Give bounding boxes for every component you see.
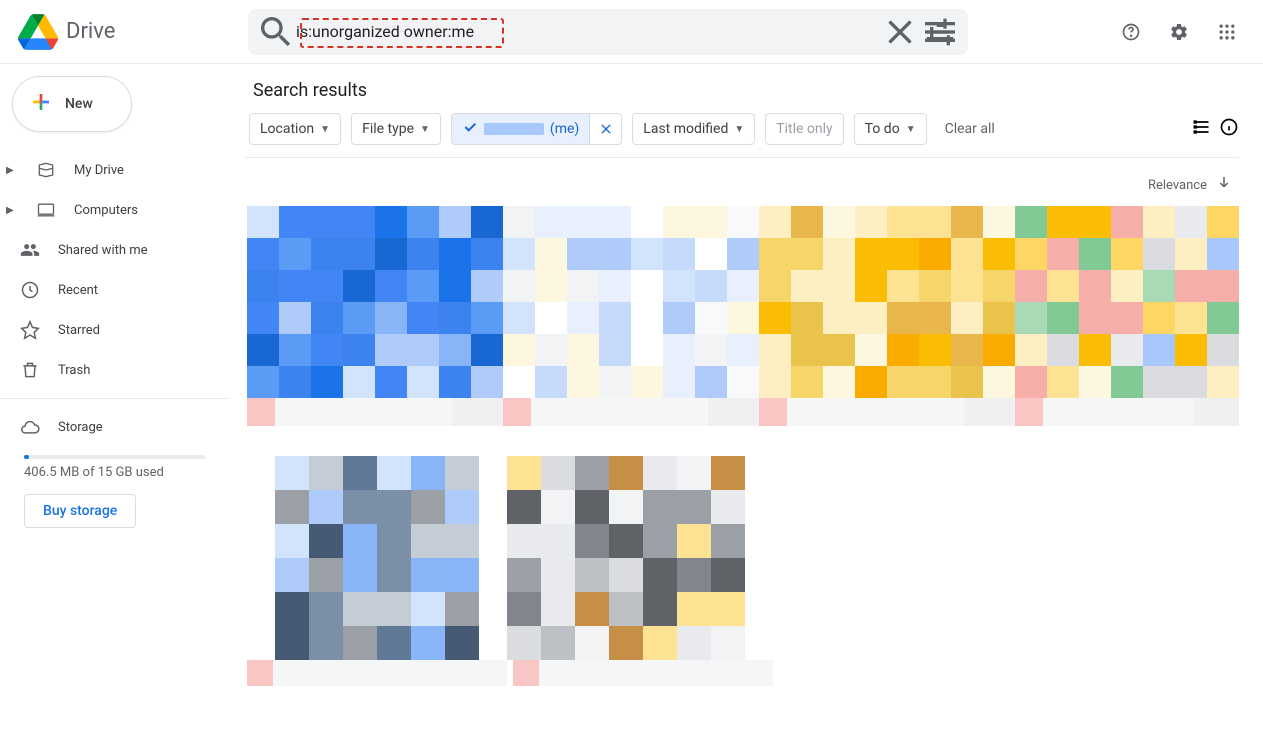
- sidebar: New ▶ My Drive ▶ Computers Shared with m…: [0, 64, 229, 745]
- details-button[interactable]: [1219, 117, 1239, 141]
- sidebar-item-label: Recent: [58, 283, 98, 298]
- list-view-button[interactable]: [1191, 117, 1211, 141]
- clear-search-icon[interactable]: [880, 12, 920, 52]
- result-thumbnail[interactable]: [503, 206, 759, 398]
- search-input[interactable]: [296, 22, 880, 41]
- thumbnail-caption: [1015, 398, 1239, 426]
- arrow-down-icon: [1215, 174, 1233, 196]
- clear-owner-filter[interactable]: [589, 114, 621, 144]
- search-options-icon[interactable]: [920, 12, 960, 52]
- caret-icon: ▶: [6, 205, 18, 216]
- chevron-down-icon: ▼: [320, 124, 330, 135]
- logo-area[interactable]: Drive: [8, 12, 248, 52]
- search-icon[interactable]: [256, 12, 296, 52]
- chevron-down-icon: ▼: [734, 124, 744, 135]
- sidebar-item-label: Trash: [58, 363, 90, 378]
- redacted-owner-name: [484, 123, 544, 135]
- app-name: Drive: [66, 19, 115, 44]
- thumbnail-caption: [759, 398, 1015, 426]
- plus-icon: [29, 90, 53, 118]
- storage-bar: [24, 455, 205, 459]
- sidebar-nav: ▶ My Drive ▶ Computers Shared with me Re…: [0, 150, 229, 528]
- filter-last-modified[interactable]: Last modified▼: [632, 113, 755, 145]
- search-bar: [248, 9, 968, 55]
- filter-bar: Location▼ File type▼ (me) Last modified▼…: [245, 113, 1239, 145]
- caret-icon: ▶: [6, 165, 18, 176]
- filter-title-only[interactable]: Title only: [765, 113, 843, 145]
- settings-button[interactable]: [1159, 12, 1199, 52]
- filter-todo[interactable]: To do▼: [854, 113, 927, 145]
- recent-icon: [20, 280, 40, 300]
- result-thumbnail[interactable]: [1015, 206, 1239, 398]
- sidebar-item-recent[interactable]: Recent: [0, 270, 229, 310]
- sort-control[interactable]: Relevance: [245, 158, 1239, 206]
- sidebar-item-shared[interactable]: Shared with me: [0, 230, 229, 270]
- trash-icon: [20, 360, 40, 380]
- sort-label: Relevance: [1148, 178, 1207, 193]
- cloud-icon: [20, 417, 40, 437]
- new-button[interactable]: New: [12, 76, 132, 132]
- result-thumbnail[interactable]: [507, 456, 745, 660]
- apps-button[interactable]: [1207, 12, 1247, 52]
- thumbnail-caption: [247, 398, 503, 426]
- my-drive-icon: [36, 160, 56, 180]
- result-thumbnail[interactable]: [275, 456, 479, 660]
- shared-icon: [20, 240, 40, 260]
- result-thumbnail[interactable]: [247, 206, 503, 398]
- chevron-down-icon: ▼: [906, 124, 916, 135]
- buy-storage-button[interactable]: Buy storage: [24, 494, 136, 528]
- main-content: Search results Location▼ File type▼ (me)…: [229, 64, 1263, 745]
- divider: [0, 398, 229, 399]
- filter-owner-active[interactable]: (me): [451, 113, 622, 145]
- sidebar-item-label: Shared with me: [58, 243, 148, 258]
- new-button-label: New: [65, 96, 93, 112]
- sidebar-item-label: Storage: [58, 420, 103, 435]
- computers-icon: [36, 200, 56, 220]
- starred-icon: [20, 320, 40, 340]
- header-actions: [1111, 12, 1255, 52]
- filter-file-type[interactable]: File type▼: [351, 113, 441, 145]
- sidebar-item-label: Starred: [58, 323, 100, 338]
- sidebar-item-trash[interactable]: Trash: [0, 350, 229, 390]
- check-icon: [462, 119, 478, 139]
- storage-text: 406.5 MB of 15 GB used: [24, 465, 229, 480]
- thumbnail-caption: [247, 660, 507, 686]
- drive-logo-icon: [18, 12, 58, 52]
- clear-all-button[interactable]: Clear all: [945, 121, 995, 137]
- app-header: Drive: [0, 0, 1263, 64]
- result-thumbnail[interactable]: [759, 206, 1015, 398]
- page-title: Search results: [245, 80, 1239, 101]
- sidebar-item-label: My Drive: [74, 163, 124, 178]
- thumbnail-caption: [503, 398, 759, 426]
- sidebar-item-storage[interactable]: Storage: [0, 407, 229, 447]
- sidebar-item-starred[interactable]: Starred: [0, 310, 229, 350]
- filter-location[interactable]: Location▼: [249, 113, 341, 145]
- sidebar-item-label: Computers: [74, 203, 138, 218]
- thumbnail-caption: [513, 660, 773, 686]
- sidebar-item-computers[interactable]: ▶ Computers: [0, 190, 229, 230]
- sidebar-item-my-drive[interactable]: ▶ My Drive: [0, 150, 229, 190]
- support-button[interactable]: [1111, 12, 1151, 52]
- results-grid: [245, 206, 1239, 686]
- chevron-down-icon: ▼: [420, 124, 430, 135]
